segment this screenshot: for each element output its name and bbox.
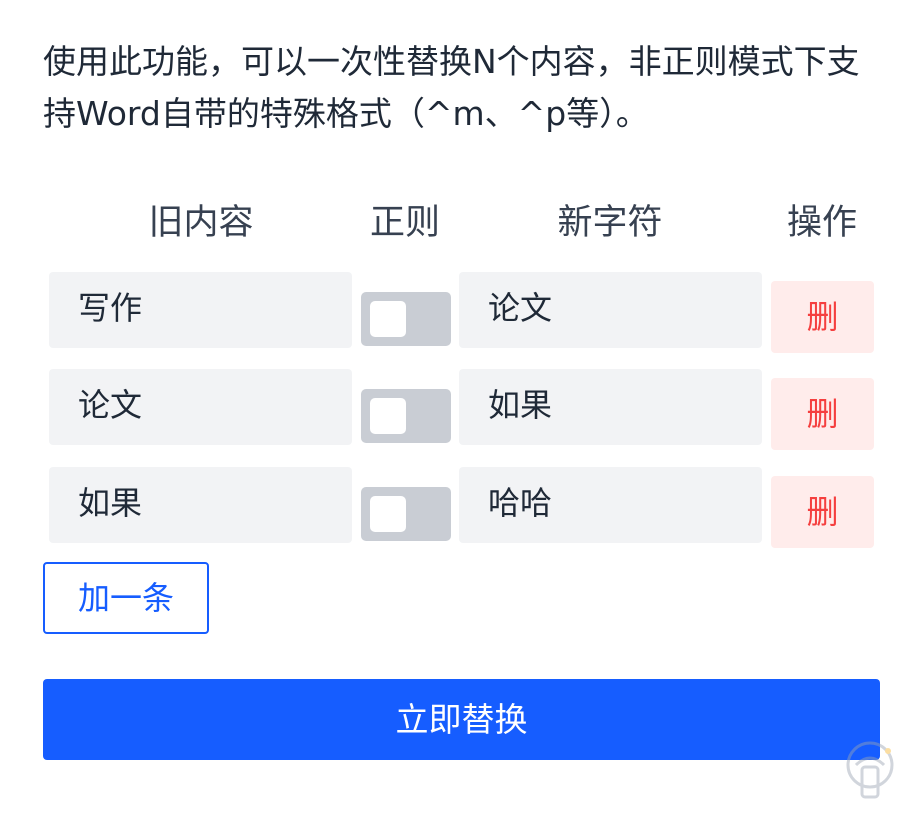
old-content-input[interactable]: 论文 [49,369,352,445]
description-text: 使用此功能，可以一次性替换N个内容，非正则模式下支持Word自带的特殊格式（^m… [43,42,860,133]
delete-button[interactable]: 删 [771,281,874,353]
replace-row: 写作 论文 删 [0,272,923,353]
old-content-input[interactable]: 写作 [49,272,352,348]
add-row-button[interactable]: 加一条 [43,562,209,634]
logo-watermark-icon [842,735,898,801]
new-content-input[interactable]: 论文 [459,272,762,348]
column-header-op: 操作 [786,203,857,243]
new-content-input[interactable]: 如果 [459,369,762,445]
regex-toggle[interactable] [361,487,451,541]
old-content-input[interactable]: 如果 [49,467,352,543]
delete-button[interactable]: 删 [771,378,874,450]
regex-toggle[interactable] [361,292,451,346]
replace-now-button[interactable]: 立即替换 [43,679,880,760]
toggle-knob [370,398,406,434]
toggle-knob [370,301,406,337]
column-header-new: 新字符 [557,203,663,243]
replace-row: 论文 如果 删 [0,369,923,450]
delete-button[interactable]: 删 [771,476,874,548]
toggle-knob [370,496,406,532]
column-header-old: 旧内容 [148,203,254,243]
replace-row: 如果 哈哈 删 [0,467,923,548]
regex-toggle[interactable] [361,389,451,443]
new-content-input[interactable]: 哈哈 [459,467,762,543]
column-header-regex: 正则 [369,203,440,243]
